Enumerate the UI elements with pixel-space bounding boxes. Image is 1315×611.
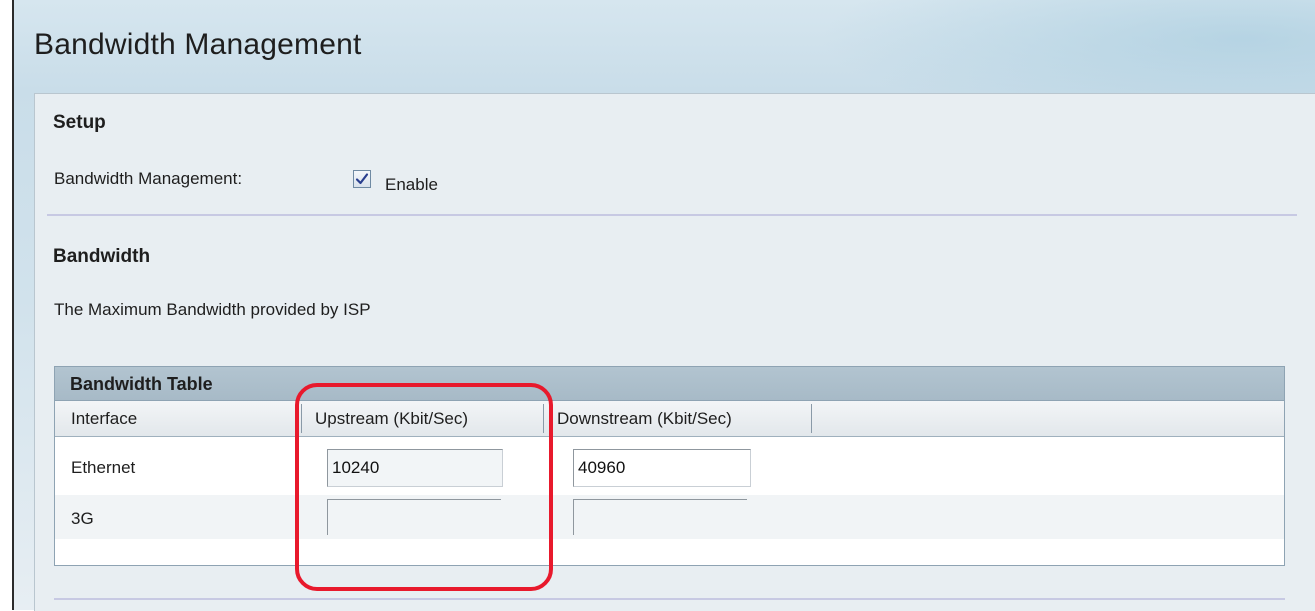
column-separator — [301, 404, 302, 433]
table-header: Bandwidth Table — [55, 367, 1284, 401]
column-separator — [811, 404, 812, 433]
bandwidth-management-label: Bandwidth Management: — [54, 169, 243, 188]
setup-heading: Setup — [53, 112, 106, 133]
column-header-interface: Interface — [71, 409, 138, 428]
enable-checkbox[interactable] — [353, 170, 371, 188]
interface-cell: 3G — [71, 509, 94, 528]
ethernet-upstream-input[interactable] — [327, 449, 503, 487]
bandwidth-heading: Bandwidth — [53, 246, 151, 267]
table-row-3g: 3G — [55, 495, 1284, 539]
column-header-row: Interface Upstream (Kbit/Sec) Downstream… — [55, 401, 1284, 437]
section-divider — [47, 214, 1297, 216]
table-title: Bandwidth Table — [70, 374, 213, 394]
page-title: Bandwidth Management — [34, 28, 362, 61]
section-divider — [54, 598, 1285, 600]
ethernet-downstream-input[interactable] — [573, 449, 751, 487]
interface-cell: Ethernet — [71, 458, 136, 477]
check-icon — [355, 173, 369, 185]
enable-label: Enable — [385, 175, 438, 194]
3g-upstream-input[interactable] — [327, 499, 501, 535]
bandwidth-table: Bandwidth Table Interface Upstream (Kbit… — [54, 366, 1285, 566]
column-header-upstream: Upstream (Kbit/Sec) — [315, 409, 469, 428]
column-header-downstream: Downstream (Kbit/Sec) — [557, 409, 732, 428]
bandwidth-description: The Maximum Bandwidth provided by ISP — [54, 300, 371, 319]
3g-downstream-input[interactable] — [573, 499, 747, 535]
app-window: Bandwidth Management Setup Bandwidth Man… — [12, 0, 1315, 611]
column-separator — [543, 404, 544, 433]
table-row-ethernet: Ethernet — [55, 437, 1284, 495]
